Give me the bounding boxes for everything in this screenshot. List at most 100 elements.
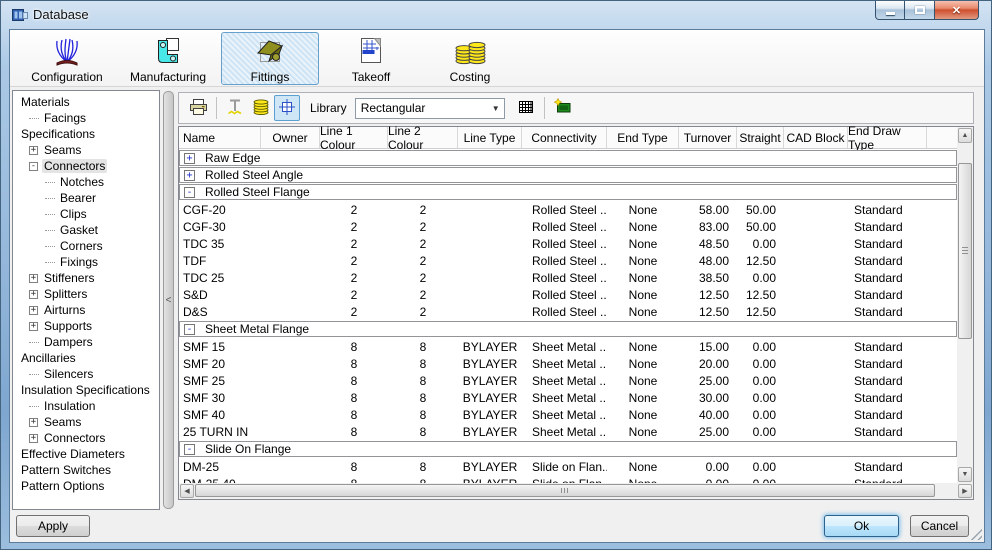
tree-item-bearer[interactable]: Bearer — [13, 190, 159, 206]
tree-item-insulation-specifications[interactable]: Insulation Specifications — [13, 382, 159, 398]
tree-item-dampers[interactable]: Dampers — [13, 334, 159, 350]
tree-item-stiffeners[interactable]: + Stiffeners — [13, 270, 159, 286]
table-row[interactable]: S&D 2 2 Rolled Steel ... None 12.50 12.50 Stand… — [179, 286, 957, 303]
column-header-straight[interactable]: Straight — [737, 127, 784, 148]
tree-item-seams[interactable]: + Seams — [13, 414, 159, 430]
ok-button[interactable]: Ok — [824, 515, 899, 537]
column-header-line2[interactable]: Line 2 Colour — [388, 124, 458, 152]
group-row-rolled-steel-angle[interactable]: + Rolled Steel Angle — [179, 167, 957, 183]
group-expander-minus-icon[interactable]: - — [184, 323, 195, 335]
tree-connector-line — [45, 245, 55, 247]
tree-expander-minus-icon[interactable]: - — [29, 161, 38, 171]
tree-item-connectors[interactable]: - Connectors — [13, 158, 159, 174]
tree-expander-plus-icon[interactable]: + — [29, 305, 38, 315]
table-horizontal-scrollbar[interactable]: ◀ ▶ — [179, 483, 973, 499]
tree-item-pattern-switches[interactable]: Pattern Switches — [13, 462, 159, 478]
scroll-down-button[interactable]: ▼ — [958, 467, 972, 482]
resize-grip[interactable] — [970, 528, 982, 540]
table-row[interactable]: SMF 30 8 8 BYLAYER Sheet Metal ... None 30.00 0… — [179, 389, 957, 406]
column-header-line_type[interactable]: Line Type — [458, 127, 522, 148]
table-row[interactable]: D&S 2 2 Rolled Steel ... None 12.50 12.50 Stand… — [179, 303, 957, 320]
column-header-connectivity[interactable]: Connectivity — [522, 127, 607, 148]
group-row-rolled-steel-flange[interactable]: - Rolled Steel Flange — [179, 184, 957, 200]
column-header-cad_block[interactable]: CAD Block — [784, 127, 848, 148]
tree-item-specifications[interactable]: Specifications — [13, 126, 159, 142]
tree-item-supports[interactable]: + Supports — [13, 318, 159, 334]
table-row[interactable]: TDF 2 2 Rolled Steel ... None 48.00 12.50 Stand… — [179, 252, 957, 269]
column-header-owner[interactable]: Owner — [261, 127, 320, 148]
tree-item-ancillaries[interactable]: Ancillaries — [13, 350, 159, 366]
table-row[interactable]: 25 TURN IN 8 8 BYLAYER Sheet Metal ... None 25… — [179, 423, 957, 440]
column-header-name[interactable]: Name — [179, 127, 261, 148]
tree-item-splitters[interactable]: + Splitters — [13, 286, 159, 302]
tree-item-connectors[interactable]: + Connectors — [13, 430, 159, 446]
table-row[interactable]: SMF 15 8 8 BYLAYER Sheet Metal ... None 15.00 0… — [179, 338, 957, 355]
table-vertical-scrollbar[interactable]: ▲ ▼ — [957, 127, 973, 483]
tree-item-notches[interactable]: Notches — [13, 174, 159, 190]
scroll-left-button[interactable]: ◀ — [180, 483, 194, 498]
tee-tool-button[interactable] — [222, 95, 248, 121]
flag-tool-button[interactable] — [550, 95, 576, 121]
tree-item-gasket[interactable]: Gasket — [13, 222, 159, 238]
print-button[interactable] — [185, 95, 211, 121]
coins-tool-button[interactable] — [248, 95, 274, 121]
grid-view-button[interactable] — [274, 95, 300, 121]
group-row-slide-on-flange[interactable]: - Slide On Flange — [179, 441, 957, 457]
title-bar[interactable]: Database ✕ — [1, 1, 991, 29]
ribbon-button-costing[interactable]: Costing — [421, 32, 519, 85]
scroll-up-button[interactable]: ▲ — [958, 128, 972, 143]
tree-expander-plus-icon[interactable]: + — [29, 433, 38, 443]
maximize-button[interactable] — [905, 1, 934, 20]
table-row[interactable]: TDC 35 2 2 Rolled Steel ... None 48.50 0.00 Sta… — [179, 235, 957, 252]
tree-expander-plus-icon[interactable]: + — [29, 417, 38, 427]
cancel-button[interactable]: Cancel — [910, 515, 969, 537]
column-header-turnover[interactable]: Turnover — [679, 127, 737, 148]
apply-button[interactable]: Apply — [16, 515, 90, 537]
group-expander-minus-icon[interactable]: - — [184, 186, 195, 198]
group-expander-minus-icon[interactable]: - — [184, 443, 195, 455]
table-row[interactable]: TDC 25 2 2 Rolled Steel ... None 38.50 0.00 Sta… — [179, 269, 957, 286]
tree-item-fixings[interactable]: Fixings — [13, 254, 159, 270]
table-view-button[interactable] — [513, 95, 539, 121]
tree-item-effective-diameters[interactable]: Effective Diameters — [13, 446, 159, 462]
table-row[interactable]: SMF 25 8 8 BYLAYER Sheet Metal ... None 25.00 0… — [179, 372, 957, 389]
tree-expander-plus-icon[interactable]: + — [29, 273, 38, 283]
table-row[interactable]: DM-25 8 8 BYLAYER Slide on Flan... None 0.00 0.… — [179, 458, 957, 475]
table-row[interactable]: CGF-20 2 2 Rolled Steel ... None 58.00 50.00 St… — [179, 201, 957, 218]
table-row[interactable]: SMF 20 8 8 BYLAYER Sheet Metal ... None 20.00 0… — [179, 355, 957, 372]
horizontal-scrollbar-thumb[interactable] — [195, 484, 935, 497]
group-expander-plus-icon[interactable]: + — [184, 152, 195, 164]
minimize-icon — [885, 12, 895, 15]
library-combobox[interactable]: Rectangular ▼ — [354, 97, 505, 119]
tree-item-airturns[interactable]: + Airturns — [13, 302, 159, 318]
vertical-scrollbar-thumb[interactable] — [958, 163, 972, 339]
tree-item-seams[interactable]: + Seams — [13, 142, 159, 158]
tree-item-silencers[interactable]: Silencers — [13, 366, 159, 382]
tree-expander-plus-icon[interactable]: + — [29, 289, 38, 299]
tree-expander-plus-icon[interactable]: + — [29, 321, 38, 331]
tree-item-corners[interactable]: Corners — [13, 238, 159, 254]
tree-item-insulation[interactable]: Insulation — [13, 398, 159, 414]
ribbon-button-configuration[interactable]: Configuration — [18, 32, 116, 85]
table-row[interactable]: SMF 40 8 8 BYLAYER Sheet Metal ... None 40.00 0… — [179, 406, 957, 423]
column-header-line1[interactable]: Line 1 Colour — [320, 124, 388, 152]
group-expander-plus-icon[interactable]: + — [184, 169, 195, 181]
tree-item-facings[interactable]: Facings — [13, 110, 159, 126]
tree-expander-plus-icon[interactable]: + — [29, 145, 38, 155]
column-header-end_draw[interactable]: End Draw Type — [848, 124, 927, 152]
minimize-button[interactable] — [875, 1, 905, 20]
tree-item-pattern-options[interactable]: Pattern Options — [13, 478, 159, 494]
tree-item-clips[interactable]: Clips — [13, 206, 159, 222]
group-row-sheet-metal-flange[interactable]: - Sheet Metal Flange — [179, 321, 957, 337]
close-button[interactable]: ✕ — [934, 1, 979, 20]
group-row-raw-edge[interactable]: + Raw Edge — [179, 150, 957, 166]
table-row[interactable]: DM-25 4088BYLAYERSlide on Flan...None0.0… — [179, 475, 957, 484]
table-row[interactable]: CGF-30 2 2 Rolled Steel ... None 83.00 50.00 St… — [179, 218, 957, 235]
panel-splitter[interactable]: < — [163, 91, 174, 509]
tree-item-materials[interactable]: Materials — [13, 94, 159, 110]
ribbon-button-takeoff[interactable]: Takeoff — [322, 32, 420, 85]
ribbon-button-manufacturing[interactable]: Manufacturing — [119, 32, 217, 85]
scroll-right-button[interactable]: ▶ — [958, 483, 972, 498]
ribbon-button-fittings[interactable]: Fittings — [221, 32, 319, 85]
column-header-end_type[interactable]: End Type — [607, 127, 679, 148]
